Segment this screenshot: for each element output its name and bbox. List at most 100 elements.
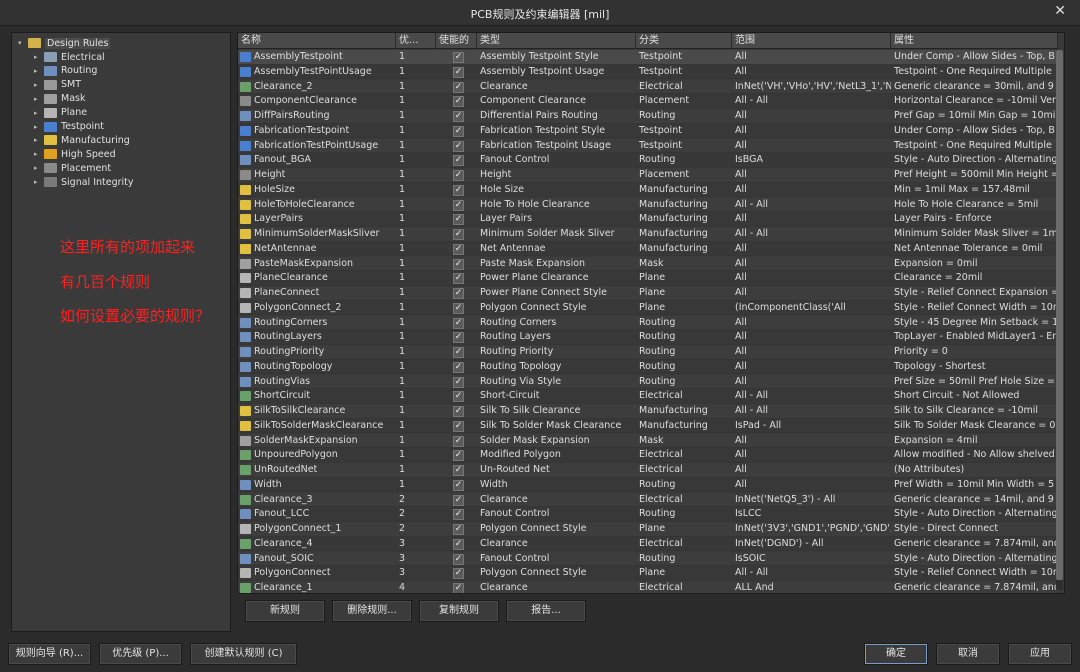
table-row[interactable]: NetAntennae 1 Net Antennae Manufacturing All… <box>238 241 1058 257</box>
table-row[interactable]: RoutingLayers 1 Routing Layers Routing All To… <box>238 330 1058 345</box>
table-row[interactable]: HoleSize 1 Hole Size Manufacturing All Min = … <box>238 182 1058 198</box>
enabled-checkbox[interactable]: ✓ <box>453 361 464 373</box>
enabled-checkbox[interactable]: ✓ <box>453 125 464 137</box>
tree-expand-icon[interactable]: ▸ <box>34 164 44 172</box>
enabled-checkbox[interactable]: ✓ <box>453 52 464 63</box>
tree-item-smt[interactable]: ▸ SMT <box>34 78 81 92</box>
priority-button[interactable]: 优先级 (P)... <box>99 643 182 665</box>
col-header-enabled[interactable]: 使能的 <box>436 33 477 49</box>
table-row[interactable]: FabricationTestPointUsage 1 Fabrication Te… <box>238 138 1058 154</box>
col-header-category[interactable]: 分类 <box>636 33 732 49</box>
enabled-checkbox[interactable]: ✓ <box>453 273 464 285</box>
enabled-checkbox[interactable]: ✓ <box>453 155 464 167</box>
tree-expand-icon[interactable]: ▸ <box>34 123 44 131</box>
enabled-checkbox[interactable]: ✓ <box>453 524 464 535</box>
table-row[interactable]: PlaneConnect 1 Power Plane Connect Style Pl… <box>238 286 1058 301</box>
cancel-button[interactable]: 取消 <box>936 643 1000 665</box>
enabled-checkbox[interactable]: ✓ <box>453 243 464 255</box>
enabled-checkbox[interactable]: ✓ <box>453 376 464 388</box>
enabled-checkbox[interactable]: ✓ <box>453 214 464 226</box>
table-row[interactable]: Clearance_4 3 Clearance Electrical InNet('DG… <box>238 536 1058 552</box>
enabled-checkbox[interactable]: ✓ <box>453 538 464 550</box>
enabled-checkbox[interactable]: ✓ <box>453 302 464 314</box>
table-row[interactable]: HoleToHoleClearance 1 Hole To Hole Clearan… <box>238 197 1058 213</box>
table-row[interactable]: PolygonConnect_2 1 Polygon Connect Style Pl… <box>238 300 1058 316</box>
table-row[interactable]: PolygonConnect_1 2 Polygon Connect Style Pl… <box>238 522 1058 537</box>
rules-tree[interactable]: ▾ Design Rules ▸ Electrical ▸ Routing ▸ SMT ▸ M… <box>11 32 231 632</box>
enabled-checkbox[interactable]: ✓ <box>453 406 464 417</box>
enabled-checkbox[interactable]: ✓ <box>453 229 464 240</box>
enabled-checkbox[interactable]: ✓ <box>453 420 464 432</box>
tree-expand-icon[interactable]: ▸ <box>34 136 44 144</box>
enabled-checkbox[interactable]: ✓ <box>453 184 464 196</box>
enabled-checkbox[interactable]: ✓ <box>453 199 464 211</box>
table-row[interactable]: SilkToSolderMaskClearance 1 Silk To Solder… <box>238 418 1058 434</box>
col-header-scope[interactable]: 范围 <box>732 33 891 49</box>
table-row[interactable]: AssemblyTestpoint 1 Assembly Testpoint Sty… <box>238 50 1058 65</box>
delete-rule-button[interactable]: 删除规则... <box>332 600 412 622</box>
table-row[interactable]: RoutingTopology 1 Routing Topology Routing A… <box>238 359 1058 375</box>
enabled-checkbox[interactable]: ✓ <box>453 258 464 270</box>
ok-button[interactable]: 确定 <box>864 643 928 665</box>
copy-rule-button[interactable]: 复制规则 <box>419 600 499 622</box>
tree-item-routing[interactable]: ▸ Routing <box>34 64 97 78</box>
enabled-checkbox[interactable]: ✓ <box>453 479 464 491</box>
tree-expand-icon[interactable]: ▸ <box>34 178 44 186</box>
enabled-checkbox[interactable]: ✓ <box>453 66 464 78</box>
tree-expand-icon[interactable]: ▸ <box>34 53 44 61</box>
table-row[interactable]: SolderMaskExpansion 1 Solder Mask Expansio… <box>238 433 1058 449</box>
enabled-checkbox[interactable]: ✓ <box>453 170 464 181</box>
tree-expand-icon[interactable]: ▾ <box>18 39 28 47</box>
grid-scrollbar[interactable] <box>1056 50 1063 590</box>
table-row[interactable]: PasteMaskExpansion 1 Paste Mask Expansion M… <box>238 256 1058 272</box>
table-row[interactable]: Clearance_1 4 Clearance Electrical ALL And Ge… <box>238 581 1058 593</box>
new-rule-button[interactable]: 新规则 <box>245 600 325 622</box>
table-row[interactable]: Height 1 Height Placement All Pref Height = 5… <box>238 168 1058 183</box>
tree-item-plane[interactable]: ▸ Plane <box>34 106 87 120</box>
tree-expand-icon[interactable]: ▸ <box>34 81 44 89</box>
tree-item-testpoint[interactable]: ▸ Testpoint <box>34 120 104 134</box>
rules-grid[interactable]: 名称 优... 使能的 类型 分类 范围 属性 AssemblyTestpoin… <box>237 32 1065 594</box>
close-icon[interactable]: ✕ <box>1054 3 1066 19</box>
tree-expand-icon[interactable]: ▸ <box>34 150 44 158</box>
enabled-checkbox[interactable]: ✓ <box>453 332 464 344</box>
tree-item-signal-integrity[interactable]: ▸ Signal Integrity <box>34 175 134 189</box>
table-row[interactable]: Clearance_3 2 Clearance Electrical InNet('Ne… <box>238 492 1058 508</box>
table-row[interactable]: RoutingVias 1 Routing Via Style Routing All P… <box>238 374 1058 390</box>
enabled-checkbox[interactable]: ✓ <box>453 509 464 521</box>
enabled-checkbox[interactable]: ✓ <box>453 465 464 476</box>
tree-item-placement[interactable]: ▸ Placement <box>34 161 111 175</box>
table-row[interactable]: Fanout_BGA 1 Fanout Control Routing IsBGA Sty… <box>238 153 1058 168</box>
table-row[interactable]: RoutingPriority 1 Routing Priority Routing A… <box>238 345 1058 360</box>
table-row[interactable]: Clearance_2 1 Clearance Electrical InNet('VH… <box>238 79 1058 95</box>
col-header-attributes[interactable]: 属性 <box>891 33 1058 49</box>
rule-wizard-button[interactable]: 规则向导 (R)... <box>8 643 91 665</box>
enabled-checkbox[interactable]: ✓ <box>453 317 464 329</box>
table-row[interactable]: SilkToSilkClearance 1 Silk To Silk Clearan… <box>238 404 1058 419</box>
enabled-checkbox[interactable]: ✓ <box>453 111 464 122</box>
apply-button[interactable]: 应用 <box>1008 643 1072 665</box>
table-row[interactable]: DiffPairsRouting 1 Differential Pairs Rout… <box>238 109 1058 124</box>
enabled-checkbox[interactable]: ✓ <box>453 288 464 299</box>
tree-root-design-rules[interactable]: ▾ Design Rules <box>18 36 111 50</box>
create-default-rules-button[interactable]: 创建默认规则 (C) <box>190 643 297 665</box>
table-row[interactable]: Width 1 Width Routing All Pref Width = 10mil … <box>238 477 1058 493</box>
col-header-type[interactable]: 类型 <box>477 33 636 49</box>
table-row[interactable]: ComponentClearance 1 Component Clearance Pl… <box>238 94 1058 109</box>
tree-item-high-speed[interactable]: ▸ High Speed <box>34 147 116 161</box>
table-row[interactable]: Fanout_SOIC 3 Fanout Control Routing IsSOIC S… <box>238 551 1058 567</box>
table-row[interactable]: AssemblyTestPointUsage 1 Assembly Testpoin… <box>238 64 1058 80</box>
enabled-checkbox[interactable]: ✓ <box>453 568 464 580</box>
table-row[interactable]: PlaneClearance 1 Power Plane Clearance Plan… <box>238 271 1058 286</box>
enabled-checkbox[interactable]: ✓ <box>453 583 464 593</box>
table-row[interactable]: Fanout_LCC 2 Fanout Control Routing IsLCC Sty… <box>238 507 1058 522</box>
enabled-checkbox[interactable]: ✓ <box>453 450 464 462</box>
table-row[interactable]: RoutingCorners 1 Routing Corners Routing All… <box>238 315 1058 331</box>
enabled-checkbox[interactable]: ✓ <box>453 140 464 152</box>
tree-expand-icon[interactable]: ▸ <box>34 95 44 103</box>
tree-item-mask[interactable]: ▸ Mask <box>34 92 85 106</box>
table-row[interactable]: PolygonConnect 3 Polygon Connect Style Plan… <box>238 566 1058 581</box>
enabled-checkbox[interactable]: ✓ <box>453 347 464 358</box>
table-row[interactable]: MinimumSolderMaskSliver 1 Minimum Solder M… <box>238 227 1058 242</box>
enabled-checkbox[interactable]: ✓ <box>453 553 464 565</box>
